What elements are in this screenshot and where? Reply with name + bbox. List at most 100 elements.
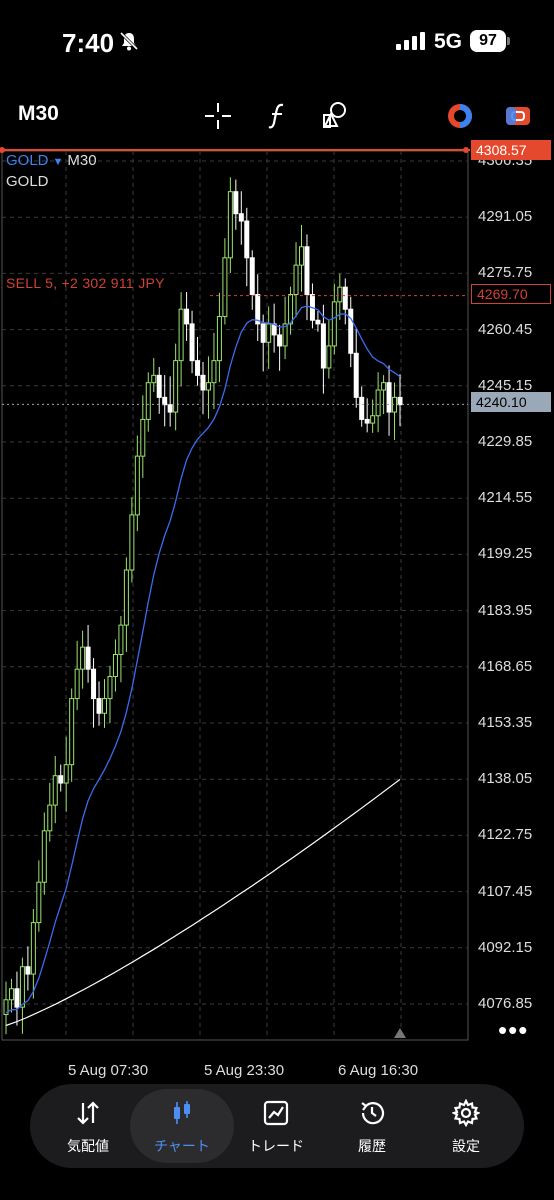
candle-body: [36, 881, 42, 924]
tab-history[interactable]: 履歴: [320, 1089, 424, 1163]
candle-body: [288, 294, 294, 325]
trade-chart-icon: [263, 1100, 289, 1126]
battery-icon: 97: [470, 30, 506, 52]
price-axis-label: 4199.25: [478, 545, 533, 563]
candle-body: [140, 418, 146, 457]
candle-body: [162, 396, 168, 406]
bell-muted-icon: [119, 31, 139, 51]
candle-body: [353, 352, 359, 398]
symbol-description: GOLD: [6, 173, 49, 190]
candle-body: [304, 246, 310, 296]
candle-body: [205, 382, 211, 391]
tab-quotes[interactable]: 気配値: [36, 1089, 140, 1163]
sell-price-tag: 4269.70: [471, 284, 551, 304]
candle-body: [30, 922, 36, 975]
tab-chart[interactable]: チャート: [130, 1089, 234, 1163]
candle-body: [47, 804, 53, 832]
candle-body: [189, 323, 195, 362]
candle-body: [381, 382, 387, 391]
top-price-tag: 4308.57: [471, 140, 551, 160]
candle-body: [85, 646, 91, 670]
symbol-header[interactable]: GOLD ▼ M30: [6, 152, 97, 169]
candle-body: [14, 988, 20, 1008]
time-axis-label: 6 Aug 16:30: [338, 1062, 419, 1079]
battery-nub: [507, 37, 510, 45]
price-axis-label: 4138.05: [478, 770, 533, 788]
trading-icon[interactable]: [440, 96, 480, 136]
time-axis-label: 5 Aug 07:30: [68, 1062, 149, 1079]
candle-body: [178, 308, 184, 362]
objects-icon[interactable]: [316, 96, 356, 136]
status-time: 7:40: [62, 28, 115, 58]
bottom-tab-bar: 気配値 チャート トレード 履歴 設定: [30, 1084, 524, 1168]
candle-body: [244, 220, 250, 259]
top-price-marker: [0, 147, 5, 153]
current-price-tag: 4240.10: [471, 392, 551, 412]
candle-body: [227, 191, 233, 259]
arrows-icon: [77, 1101, 99, 1125]
time-axis-label: 5 Aug 23:30: [204, 1062, 285, 1079]
chart-toolbar: M30: [0, 88, 554, 140]
candle-body: [112, 653, 118, 678]
candle-body: [74, 668, 80, 700]
candle-body: [260, 323, 266, 343]
candles-icon: [174, 1101, 190, 1124]
network-label: 5G: [434, 30, 463, 53]
price-axis-label: 4214.55: [478, 489, 533, 507]
candle-body: [315, 319, 321, 325]
symbol-dropdown-icon[interactable]: ▼: [53, 156, 64, 168]
price-axis-label: 4076.85: [478, 995, 533, 1012]
price-axis-label: 4291.05: [478, 208, 533, 226]
tab-label: チャート: [154, 1138, 210, 1154]
candle-body: [216, 316, 222, 362]
candle-body: [151, 374, 157, 384]
tab-trade[interactable]: トレード: [224, 1089, 328, 1163]
candle-body: [123, 569, 129, 626]
candle-body: [386, 382, 392, 413]
candle-body: [134, 455, 140, 516]
candle-body: [233, 191, 239, 215]
price-axis-label: 4107.45: [478, 882, 533, 900]
candle-body: [320, 323, 326, 369]
candle-body: [299, 246, 304, 266]
top-price-marker: [463, 147, 469, 153]
tab-label: 履歴: [358, 1138, 386, 1154]
candle-body: [52, 775, 58, 806]
candle-body: [222, 257, 228, 318]
timeframe-button[interactable]: M30: [18, 102, 59, 126]
tab-label: 設定: [452, 1138, 480, 1154]
symbol-timeframe: M30: [67, 152, 97, 169]
indicators-icon[interactable]: [258, 96, 298, 136]
crosshair-icon[interactable]: [198, 96, 238, 136]
tab-label: トレード: [248, 1138, 304, 1154]
symbol-name: GOLD: [6, 152, 49, 169]
price-axis-label: 4168.65: [478, 657, 533, 675]
candle-body: [118, 624, 124, 655]
candle-body: [359, 396, 365, 420]
more-icon[interactable]: •••: [498, 1017, 528, 1043]
candle-body: [342, 286, 348, 310]
candle-body: [277, 334, 283, 347]
candle-body: [96, 698, 102, 714]
sell-position-label[interactable]: SELL 5, +2 302 911 JPY: [6, 275, 165, 291]
candle-body: [102, 698, 107, 714]
candle-body: [25, 966, 31, 975]
price-axis-label: 4153.35: [478, 714, 533, 731]
price-axis-label: 4229.85: [478, 433, 533, 450]
candle-body: [19, 966, 25, 1008]
history-icon: [361, 1102, 385, 1125]
candle-body: [69, 698, 75, 766]
candle-body: [167, 404, 173, 413]
ma-slow-line: [5, 778, 401, 1027]
chart-shift-marker: [394, 1028, 406, 1038]
candle-body: [370, 415, 376, 424]
candle-body: [249, 257, 255, 296]
candle-body: [41, 830, 47, 883]
candle-body: [375, 389, 381, 417]
price-chart[interactable]: GOLD ▼ M30 GOLD SELL 5, +2 302 911 JPY 430…: [0, 140, 554, 1085]
tab-settings[interactable]: 設定: [414, 1089, 518, 1163]
candle-body: [195, 360, 201, 376]
candle-body: [184, 308, 190, 325]
candle-body: [326, 345, 332, 369]
toggle-icon[interactable]: [498, 96, 538, 136]
